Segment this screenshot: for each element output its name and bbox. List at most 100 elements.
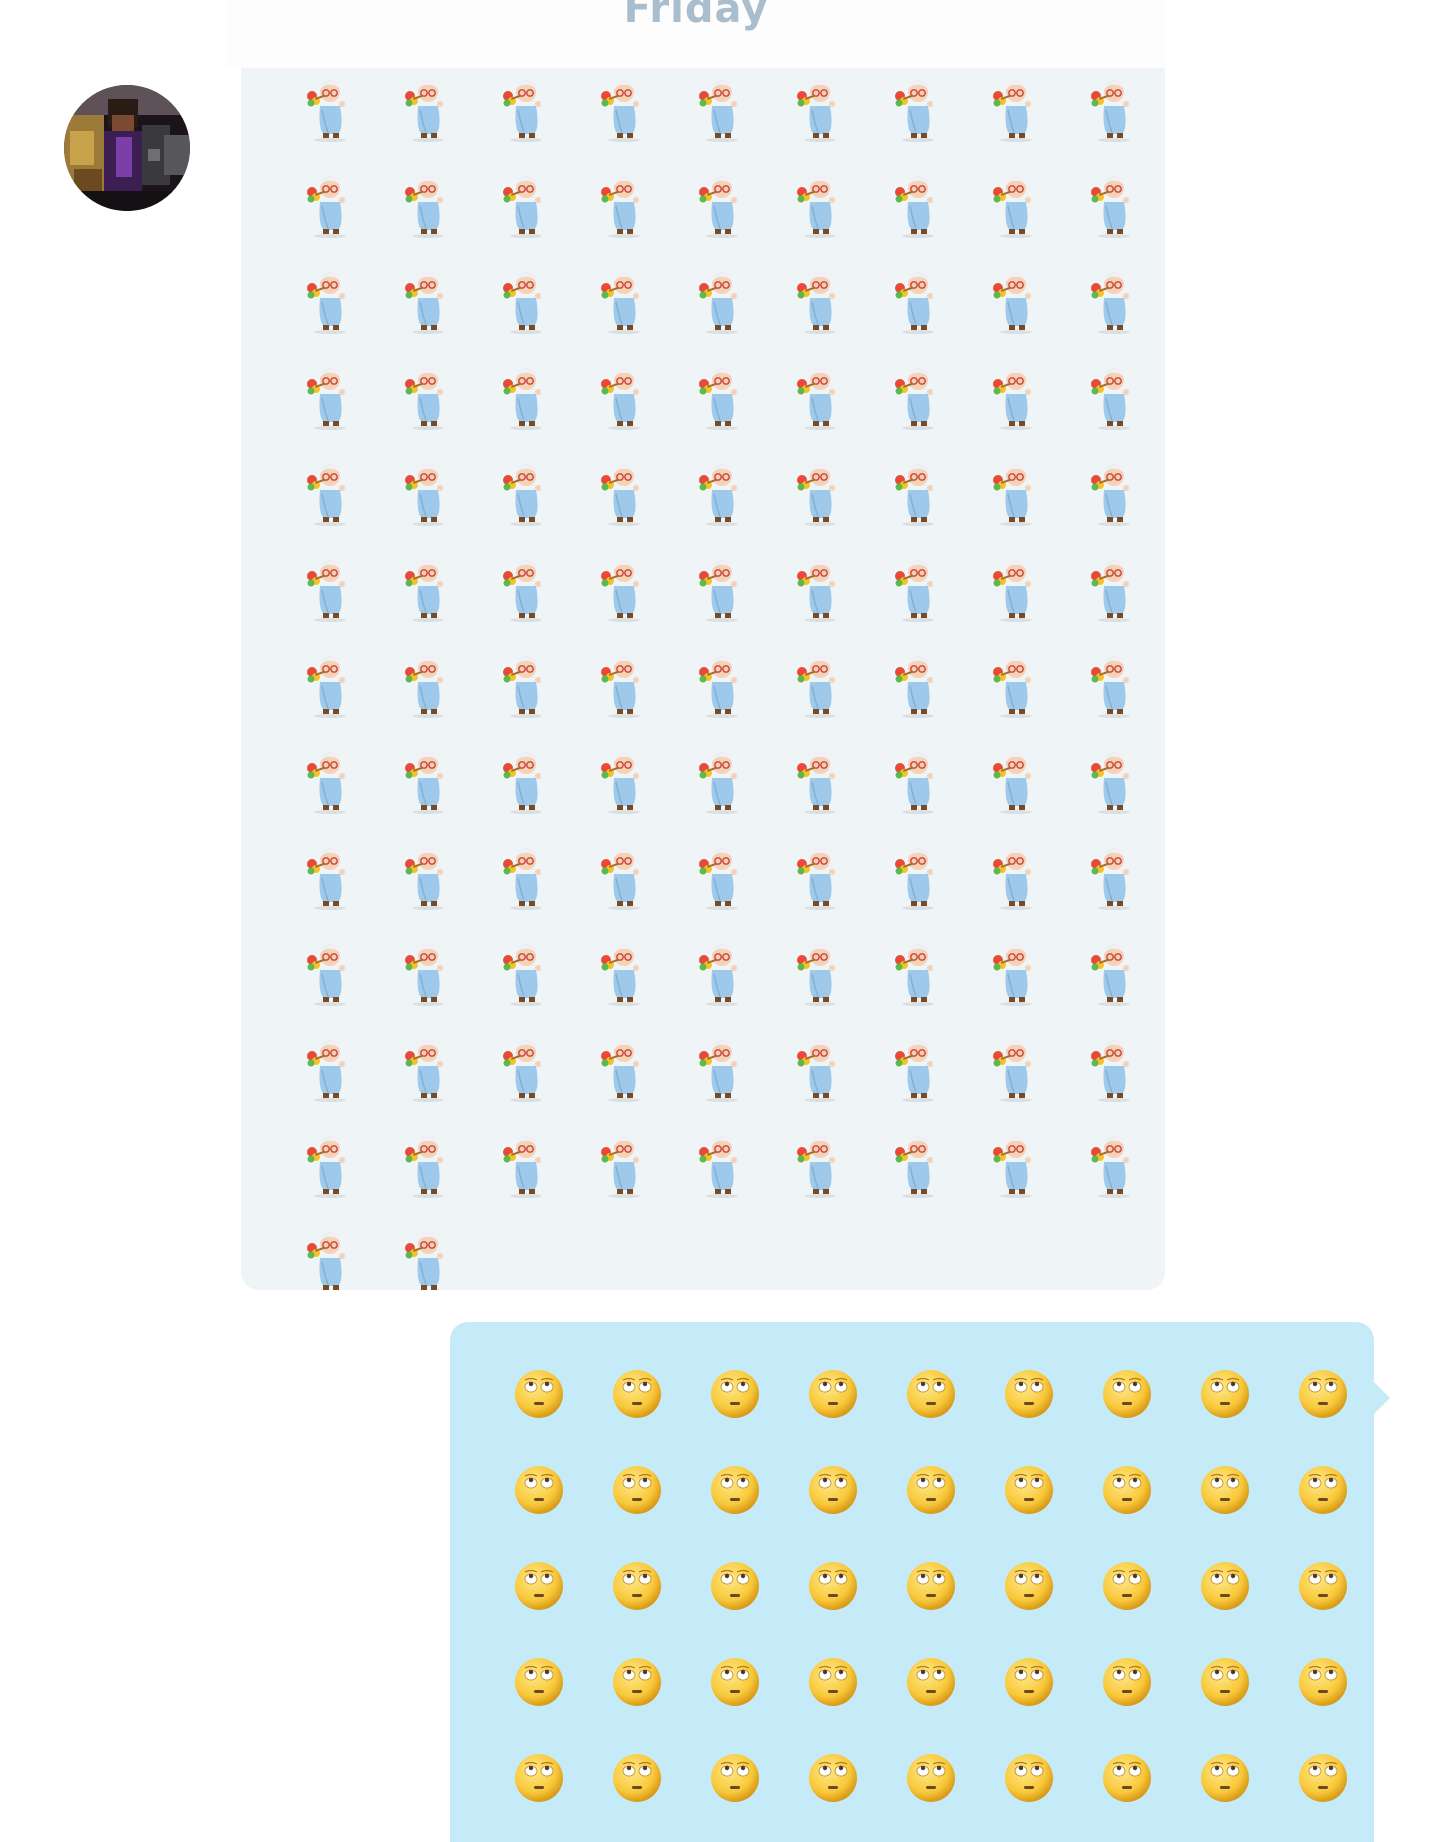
eye-roll-emoticon	[1176, 1636, 1274, 1732]
eye-roll-face-icon	[1198, 1463, 1252, 1521]
granny-dancing-emoticon	[575, 252, 673, 348]
granny-dancing-icon	[596, 358, 652, 434]
granny-dancing-emoticon	[771, 828, 869, 924]
granny-dancing-icon	[1086, 358, 1142, 434]
granny-dancing-emoticon	[281, 60, 379, 156]
eye-roll-emoticon	[980, 1540, 1078, 1636]
granny-dancing-icon	[596, 1030, 652, 1106]
granny-dancing-emoticon	[379, 60, 477, 156]
granny-dancing-icon	[302, 742, 358, 818]
eye-roll-face-icon	[610, 1751, 664, 1809]
granny-dancing-emoticon	[477, 252, 575, 348]
granny-dancing-icon	[400, 646, 456, 722]
granny-dancing-icon	[302, 1030, 358, 1106]
granny-dancing-icon	[498, 70, 554, 146]
eye-roll-emoticon	[980, 1348, 1078, 1444]
eye-roll-face-icon	[1100, 1751, 1154, 1809]
granny-dancing-emoticon	[771, 444, 869, 540]
granny-dancing-icon	[400, 838, 456, 914]
eye-roll-face-icon	[1198, 1559, 1252, 1617]
granny-dancing-icon	[596, 742, 652, 818]
granny-dancing-emoticon	[575, 60, 673, 156]
eye-roll-face-icon	[904, 1367, 958, 1425]
granny-dancing-icon	[498, 1126, 554, 1202]
granny-dancing-icon	[890, 646, 946, 722]
granny-dancing-emoticon	[673, 156, 771, 252]
eye-roll-face-icon	[708, 1367, 762, 1425]
granny-dancing-icon	[792, 70, 848, 146]
granny-dancing-emoticon	[869, 444, 967, 540]
granny-dancing-emoticon	[967, 1116, 1065, 1212]
granny-dancing-icon	[792, 1030, 848, 1106]
granny-dancing-icon	[302, 934, 358, 1010]
eye-roll-face-icon	[708, 1559, 762, 1617]
granny-dancing-emoticon	[967, 252, 1065, 348]
eye-roll-emoticon	[980, 1636, 1078, 1732]
granny-dancing-icon	[400, 934, 456, 1010]
eye-roll-face-icon	[1002, 1751, 1056, 1809]
granny-dancing-icon	[792, 742, 848, 818]
granny-dancing-icon	[498, 166, 554, 242]
sender-avatar[interactable]	[64, 85, 190, 211]
eye-roll-emoticon	[1176, 1540, 1274, 1636]
granny-dancing-emoticon	[771, 252, 869, 348]
granny-dancing-icon	[1086, 262, 1142, 338]
granny-dancing-icon	[890, 1030, 946, 1106]
granny-dancing-emoticon	[379, 348, 477, 444]
incoming-message-bubble[interactable]	[241, 50, 1165, 1290]
eye-roll-face-icon	[708, 1751, 762, 1809]
granny-dancing-icon	[890, 358, 946, 434]
eye-roll-face-icon	[1296, 1751, 1350, 1809]
granny-dancing-icon	[498, 838, 554, 914]
granny-dancing-emoticon	[771, 1116, 869, 1212]
granny-dancing-emoticon	[771, 1020, 869, 1116]
granny-dancing-icon	[498, 550, 554, 626]
granny-dancing-icon	[890, 70, 946, 146]
granny-dancing-emoticon	[1065, 156, 1163, 252]
granny-dancing-emoticon	[967, 732, 1065, 828]
eye-roll-face-icon	[1296, 1655, 1350, 1713]
eye-roll-face-icon	[904, 1751, 958, 1809]
granny-dancing-emoticon	[575, 732, 673, 828]
granny-dancing-emoticon	[379, 252, 477, 348]
granny-dancing-emoticon	[477, 1116, 575, 1212]
granny-dancing-emoticon	[477, 828, 575, 924]
eye-roll-face-icon	[610, 1655, 664, 1713]
granny-dancing-emoticon	[379, 636, 477, 732]
granny-dancing-icon	[400, 358, 456, 434]
granny-dancing-emoticon	[1065, 444, 1163, 540]
eye-roll-emoticon	[686, 1636, 784, 1732]
granny-dancing-icon	[596, 934, 652, 1010]
granny-dancing-icon	[400, 70, 456, 146]
eye-roll-face-icon	[1002, 1367, 1056, 1425]
granny-dancing-icon	[694, 166, 750, 242]
outgoing-message-bubble[interactable]	[450, 1322, 1390, 1842]
eye-roll-face-icon	[1296, 1559, 1350, 1617]
granny-dancing-icon	[694, 1126, 750, 1202]
eye-roll-emoticon	[784, 1540, 882, 1636]
eye-roll-face-icon	[1100, 1463, 1154, 1521]
granny-dancing-icon	[988, 838, 1044, 914]
granny-dancing-emoticon	[575, 540, 673, 636]
granny-dancing-icon	[302, 646, 358, 722]
granny-dancing-emoticon	[379, 1116, 477, 1212]
granny-dancing-icon	[988, 550, 1044, 626]
granny-dancing-icon	[498, 262, 554, 338]
granny-dancing-icon	[694, 646, 750, 722]
granny-dancing-emoticon	[869, 540, 967, 636]
granny-dancing-icon	[694, 262, 750, 338]
granny-dancing-icon	[890, 934, 946, 1010]
granny-dancing-icon	[596, 646, 652, 722]
granny-dancing-icon	[988, 454, 1044, 530]
granny-dancing-emoticon	[967, 924, 1065, 1020]
granny-dancing-icon	[1086, 646, 1142, 722]
granny-dancing-emoticon	[575, 348, 673, 444]
granny-dancing-emoticon	[1065, 828, 1163, 924]
granny-dancing-emoticon	[673, 252, 771, 348]
granny-dancing-icon	[302, 358, 358, 434]
granny-dancing-icon	[792, 166, 848, 242]
granny-dancing-emoticon	[771, 60, 869, 156]
granny-dancing-emoticon	[1065, 252, 1163, 348]
granny-dancing-icon	[890, 454, 946, 530]
granny-dancing-emoticon	[869, 636, 967, 732]
